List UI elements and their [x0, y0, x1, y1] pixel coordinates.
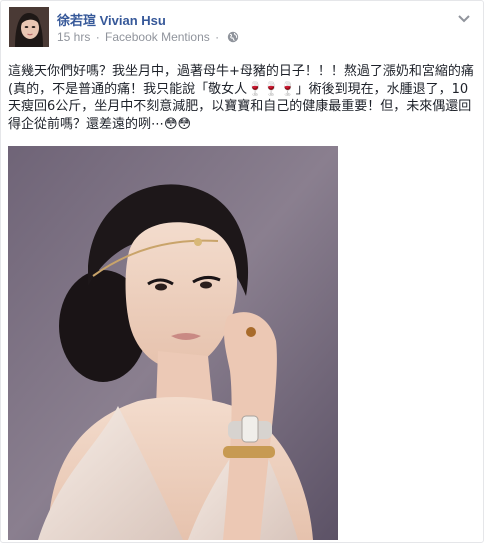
post-source[interactable]: Facebook Mentions	[105, 30, 210, 44]
post-text: 這幾天你們好嗎？我坐月中，過著母牛+母豬的日子！！！熬過了漲奶和宮縮的痛(真的，…	[8, 64, 474, 132]
post-meta: 15 hrs · Facebook Mentions ·	[57, 30, 239, 46]
author-name[interactable]: 徐若瑄 Vivian Hsu	[57, 10, 166, 29]
meta-separator: ·	[95, 30, 100, 44]
avatar[interactable]	[9, 7, 49, 47]
chevron-down-icon[interactable]	[457, 11, 471, 23]
post-time[interactable]: 15 hrs	[57, 30, 90, 44]
avatar-photo	[9, 7, 49, 47]
globe-icon[interactable]	[227, 31, 239, 46]
meta-separator-2: ·	[215, 30, 220, 44]
facebook-post: 徐若瑄 Vivian Hsu 15 hrs · Facebook Mention…	[0, 0, 484, 543]
portrait-image	[8, 146, 338, 540]
post-photo[interactable]	[8, 146, 338, 540]
